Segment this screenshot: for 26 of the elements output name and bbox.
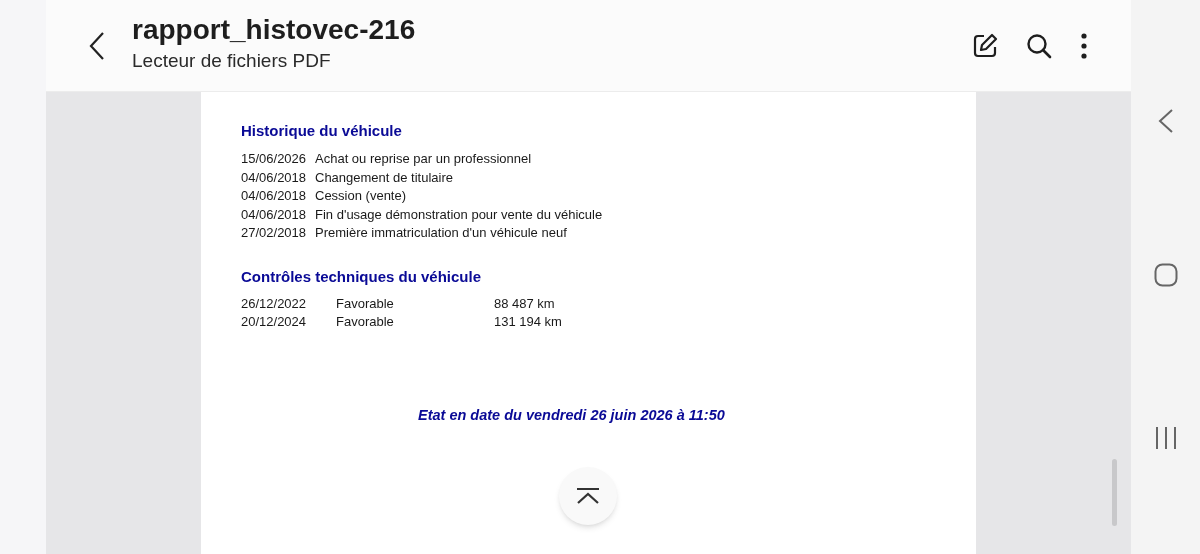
- home-nav-icon[interactable]: [1152, 262, 1179, 288]
- back-icon: [88, 30, 106, 61]
- inspection-date: 26/12/2022: [241, 294, 308, 313]
- event-description: Première immatriculation d'un véhicule neuf: [315, 224, 567, 242]
- event-date: 15/06/2026: [241, 150, 308, 168]
- event-description: Cession (vente): [315, 187, 407, 205]
- recent-apps-icon[interactable]: [1153, 426, 1178, 450]
- inspection-result: Favorable: [336, 313, 395, 331]
- scrollbar-thumb[interactable]: [1112, 459, 1117, 526]
- event-description: Achat ou reprise par un professionnel: [315, 150, 532, 168]
- event-date: 04/06/2018: [241, 205, 308, 224]
- inspection-mileage: 131 194 km: [494, 313, 562, 331]
- event-date: 04/06/2018: [241, 187, 308, 205]
- section-heading: Contrôles techniques du véhicule: [241, 267, 483, 286]
- report-date-text: Etat en date du vendredi 26 juin 2026 à 11:50: [418, 405, 726, 424]
- event-date: 27/02/2018: [241, 224, 308, 242]
- inspection-result: Favorable: [336, 294, 395, 313]
- section-heading: Historique du véhicule: [241, 122, 403, 140]
- document-title: rapport_histovec-216: [132, 12, 416, 47]
- scroll-top-icon: [576, 487, 600, 505]
- app-subtitle: Lecteur de fichiers PDF: [132, 48, 332, 73]
- event-date: 04/06/2018: [241, 168, 308, 187]
- event-description: Changement de titulaire: [315, 168, 454, 187]
- inspection-mileage: 88 487 km: [494, 294, 555, 313]
- inspection-date: 20/12/2024: [241, 313, 308, 331]
- event-description: Fin d'usage démonstration pour vente du véhicule: [315, 205, 603, 224]
